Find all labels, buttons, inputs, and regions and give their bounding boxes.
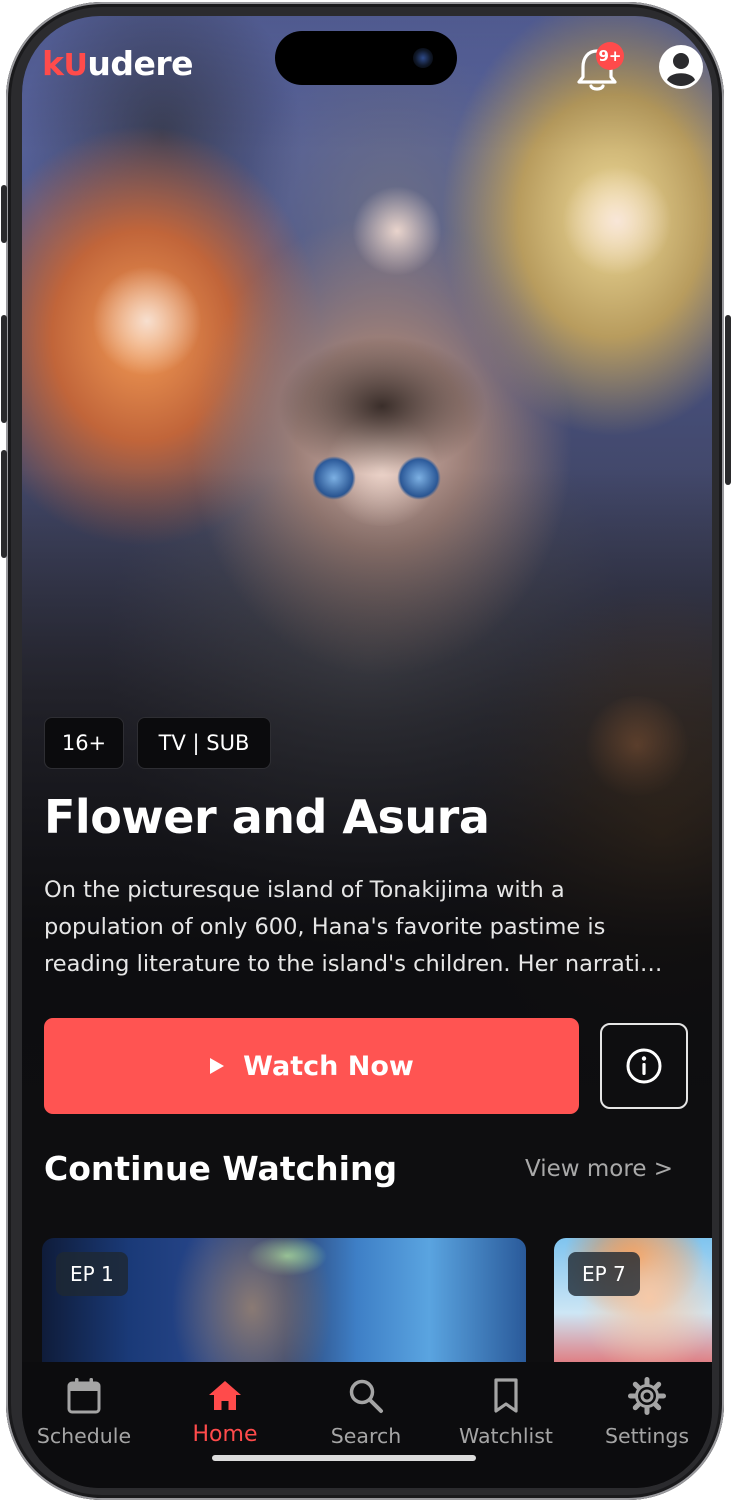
- tab-home[interactable]: Home: [156, 1362, 294, 1462]
- logo-suffix: udere: [87, 44, 193, 83]
- volume-up-button: [1, 315, 7, 423]
- episode-badge: EP 1: [56, 1252, 128, 1296]
- bottom-tab-bar: Schedule Home Search Watchlist Settings: [22, 1362, 712, 1488]
- app-logo[interactable]: kUudere: [42, 44, 193, 83]
- watch-now-label: Watch Now: [243, 1050, 414, 1082]
- home-indicator[interactable]: [212, 1455, 476, 1461]
- tab-label: Schedule: [36, 1424, 132, 1448]
- description-line: reading literature to the island's child…: [44, 951, 663, 977]
- profile-avatar-icon[interactable]: [658, 44, 704, 90]
- gear-icon: [627, 1376, 667, 1416]
- volume-down-button: [1, 450, 7, 558]
- silent-switch: [1, 185, 7, 243]
- info-button[interactable]: [600, 1023, 688, 1109]
- bookmark-icon: [486, 1376, 526, 1416]
- info-icon: [626, 1048, 662, 1084]
- description-line: population of only 600, Hana's favorite …: [44, 914, 606, 940]
- power-button: [725, 315, 731, 485]
- description-line: On the picturesque island of Tonakijima …: [44, 877, 565, 903]
- format-badge: TV | SUB: [137, 717, 271, 769]
- logo-mid: U: [63, 48, 88, 83]
- tab-search[interactable]: Search: [297, 1362, 435, 1462]
- calendar-icon: [64, 1376, 104, 1416]
- tab-schedule[interactable]: Schedule: [22, 1362, 153, 1462]
- featured-description: On the picturesque island of Tonakijima …: [44, 872, 694, 983]
- featured-title: Flower and Asura: [44, 790, 490, 844]
- play-icon: [210, 1058, 225, 1074]
- tab-label: Settings: [604, 1424, 690, 1448]
- tab-settings[interactable]: Settings: [578, 1362, 712, 1462]
- tab-label: Home: [192, 1422, 258, 1447]
- screen: kUudere 9+ 16+ TV | SUB Flower and Asura…: [22, 16, 712, 1488]
- notification-badge: 9+: [596, 42, 624, 70]
- view-more-link[interactable]: View more >: [525, 1156, 673, 1182]
- tab-watchlist[interactable]: Watchlist: [437, 1362, 575, 1462]
- episode-badge: EP 7: [568, 1252, 640, 1296]
- home-icon: [205, 1376, 245, 1416]
- section-title: Continue Watching: [44, 1149, 398, 1188]
- search-icon: [346, 1376, 386, 1416]
- camera-icon: [413, 48, 433, 68]
- logo-prefix: k: [42, 44, 64, 83]
- tab-label: Search: [330, 1424, 402, 1448]
- watch-now-button[interactable]: Watch Now: [44, 1018, 579, 1114]
- dynamic-island: [275, 31, 457, 85]
- tab-label: Watchlist: [459, 1424, 553, 1448]
- rating-badge: 16+: [44, 717, 124, 769]
